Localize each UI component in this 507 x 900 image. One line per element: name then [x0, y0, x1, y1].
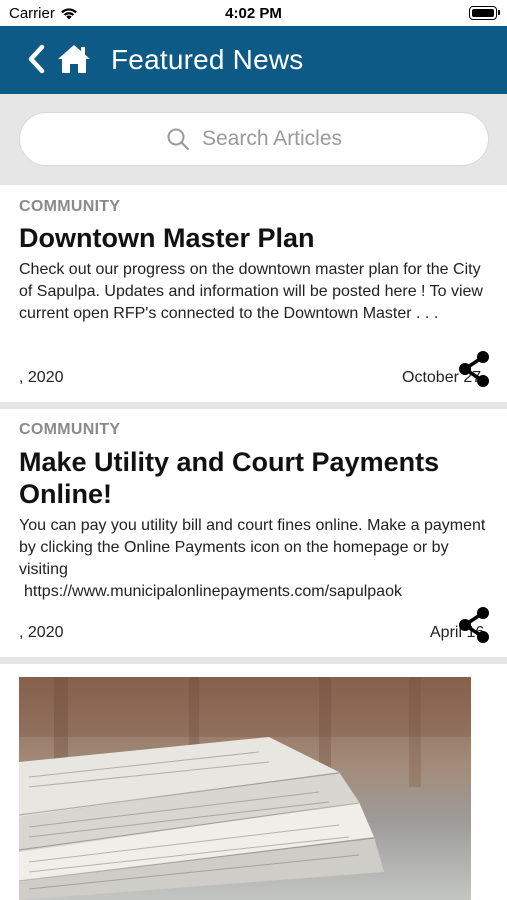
- home-icon[interactable]: [56, 43, 92, 75]
- article-date-year: , 2020: [19, 369, 64, 386]
- back-chevron-icon[interactable]: [26, 44, 48, 74]
- article-card[interactable]: [0, 664, 507, 900]
- article-card[interactable]: COMMUNITY Downtown Master Plan Check out…: [0, 185, 507, 402]
- status-bar: Carrier 4:02 PM: [0, 0, 507, 26]
- search-input[interactable]: Search Articles: [19, 112, 489, 166]
- battery-icon: [469, 6, 500, 20]
- article-excerpt: Check out our progress on the downtown m…: [19, 261, 483, 322]
- article-card[interactable]: COMMUNITY Make Utility and Court Payment…: [0, 409, 507, 657]
- share-icon[interactable]: [457, 351, 491, 387]
- page-title: Featured News: [111, 44, 304, 75]
- newspaper-photo: [19, 677, 471, 900]
- article-excerpt: You can pay you utility bill and court f…: [19, 517, 486, 578]
- search-icon: [167, 128, 190, 151]
- share-icon[interactable]: [457, 607, 491, 643]
- nav-bar: Featured News: [0, 26, 507, 94]
- search-area: Search Articles: [0, 94, 507, 185]
- article-image[interactable]: [19, 677, 471, 900]
- clock: 4:02 PM: [225, 5, 282, 22]
- article-category: COMMUNITY: [19, 198, 121, 215]
- article-date-year: , 2020: [19, 624, 64, 641]
- article-link[interactable]: https://www.municipalonlinepayments.com/…: [24, 581, 496, 603]
- article-title[interactable]: Make Utility and Court Payments Online!: [19, 446, 489, 510]
- article-title[interactable]: Downtown Master Plan: [19, 222, 489, 254]
- search-placeholder: Search Articles: [201, 127, 343, 150]
- article-category: COMMUNITY: [19, 421, 121, 438]
